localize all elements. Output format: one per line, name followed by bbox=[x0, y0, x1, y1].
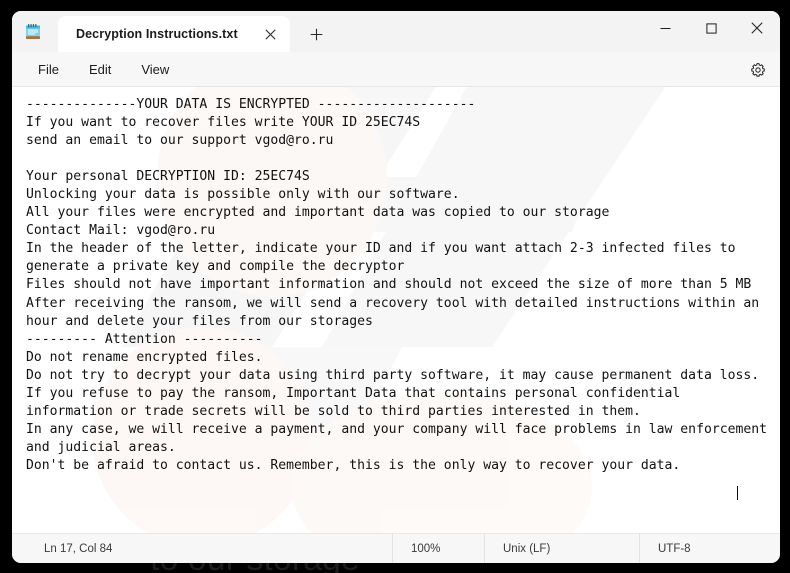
menu-view[interactable]: View bbox=[128, 57, 182, 82]
text-editor-area[interactable]: --------------YOUR DATA IS ENCRYPTED ---… bbox=[12, 87, 780, 533]
title-bar: Decryption Instructions.txt bbox=[12, 11, 780, 52]
text-caret bbox=[737, 486, 738, 500]
notepad-window: Decryption Instructions.txt File Edit Vi… bbox=[12, 11, 780, 563]
maximize-button[interactable] bbox=[688, 11, 734, 45]
menu-bar: File Edit View bbox=[12, 52, 780, 87]
notepad-icon bbox=[23, 22, 43, 42]
status-bar: Ln 17, Col 84 100% Unix (LF) UTF-8 bbox=[12, 533, 780, 563]
menu-file[interactable]: File bbox=[25, 57, 72, 82]
status-encoding[interactable]: UTF-8 bbox=[639, 533, 703, 563]
ransom-note-text[interactable]: --------------YOUR DATA IS ENCRYPTED ---… bbox=[12, 87, 780, 475]
minimize-button[interactable] bbox=[642, 11, 688, 45]
window-controls bbox=[642, 11, 780, 45]
close-tab-icon[interactable] bbox=[258, 22, 282, 46]
tab-decryption-instructions[interactable]: Decryption Instructions.txt bbox=[58, 16, 290, 52]
status-zoom-level[interactable]: 100% bbox=[392, 533, 484, 563]
status-cursor-position: Ln 17, Col 84 bbox=[44, 542, 113, 555]
menu-edit[interactable]: Edit bbox=[76, 57, 124, 82]
close-window-button[interactable] bbox=[734, 11, 780, 45]
tab-title: Decryption Instructions.txt bbox=[76, 27, 238, 41]
tab-strip: Decryption Instructions.txt bbox=[58, 11, 332, 52]
status-line-ending[interactable]: Unix (LF) bbox=[484, 533, 639, 563]
screen: to our storage bbox=[0, 0, 790, 573]
new-tab-button[interactable] bbox=[300, 18, 332, 50]
gear-icon[interactable] bbox=[746, 58, 770, 82]
